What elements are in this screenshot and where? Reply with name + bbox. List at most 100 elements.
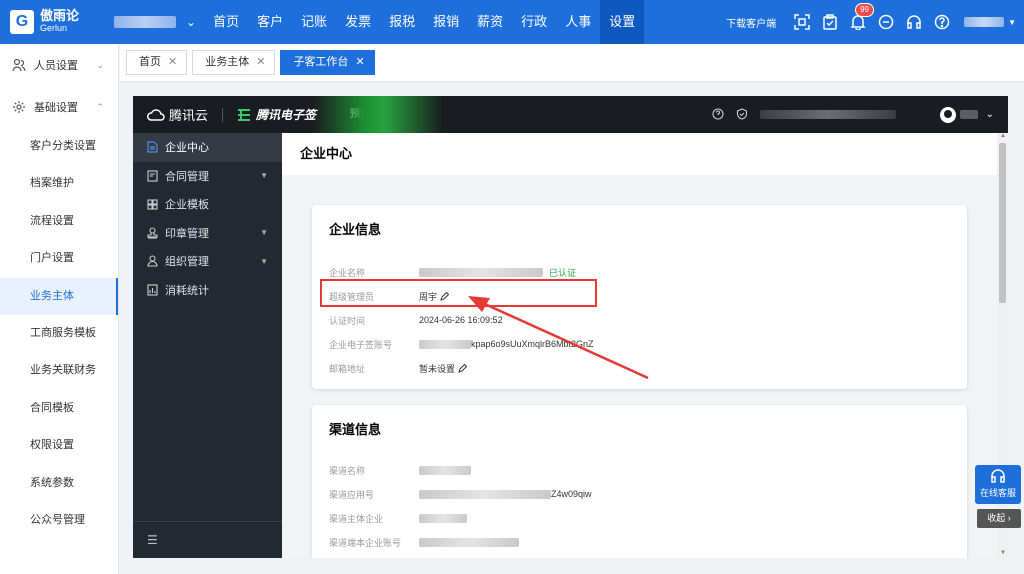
field-value: Z4w09qiw bbox=[419, 489, 592, 499]
scroll-thumb[interactable] bbox=[999, 143, 1006, 303]
user-name-redacted[interactable] bbox=[964, 17, 1005, 27]
field-value bbox=[419, 465, 471, 475]
sidebar-item-contract-template[interactable]: 合同模板 bbox=[0, 390, 118, 427]
field-value: 已认证 bbox=[419, 266, 576, 279]
channel-info-card: 渠道信息 渠道名称 渠道应用号 Z4w09qiw 渠道主体企业 渠道端本企业账号 bbox=[312, 405, 967, 558]
esign-menu-enterprise-center[interactable]: 企业中心 bbox=[133, 133, 282, 162]
sidebar-group-label: 人员设置 bbox=[34, 60, 78, 72]
field-label: 企业电子签账号 bbox=[329, 339, 393, 350]
chevron-down-icon[interactable]: ⌄ bbox=[986, 109, 994, 120]
logo-text: 傲雨论 Gerlun bbox=[40, 8, 80, 34]
edit-pencil-icon[interactable] bbox=[458, 363, 468, 373]
sidebar-item-customer-category[interactable]: 客户分类设置 bbox=[0, 128, 118, 165]
help-icon[interactable] bbox=[933, 13, 951, 31]
sidebar-item-finance-link[interactable]: 业务关联财务 bbox=[0, 352, 118, 389]
nav-hr[interactable]: 人事 bbox=[556, 0, 600, 44]
service-label: 在线客服 bbox=[979, 488, 1016, 498]
esign-header: 腾讯云 腾讯电子签 预览 ⌄ bbox=[133, 96, 1008, 133]
clipboard-check-icon[interactable] bbox=[821, 13, 839, 31]
sidebar-group-basic-settings[interactable]: 基础设置 ⌃ bbox=[0, 86, 118, 128]
user-menu-caret-icon[interactable]: ▼ bbox=[1008, 18, 1016, 27]
highlight-box-super-admin bbox=[320, 279, 597, 307]
sidebar-item-official-account[interactable]: 公众号管理 bbox=[0, 502, 118, 539]
row-email: 邮箱地址 暂未设置 bbox=[329, 361, 468, 375]
download-client-link[interactable]: 下载客户端 bbox=[726, 15, 776, 30]
sidebar-item-workflow[interactable]: 流程设置 bbox=[0, 203, 118, 240]
collapse-menu-icon[interactable]: ☰ bbox=[133, 521, 282, 558]
channel-org-redacted bbox=[419, 513, 467, 523]
menu-label: 企业模板 bbox=[165, 199, 209, 212]
account-suffix: kpap6o9sUuXmqlrB6Mbt2GnZ bbox=[471, 339, 594, 349]
sidebar-item-archive[interactable]: 档案维护 bbox=[0, 165, 118, 202]
sidebar-item-system-params[interactable]: 系统参数 bbox=[0, 465, 118, 502]
channel-name-redacted bbox=[419, 465, 471, 475]
chevron-down-icon: ▼ bbox=[260, 228, 268, 238]
headset-icon[interactable] bbox=[905, 13, 923, 31]
field-label: 渠道应用号 bbox=[329, 489, 375, 500]
brand-name: 腾讯云 bbox=[169, 108, 209, 123]
scroll-up-icon[interactable]: ▲ bbox=[1000, 133, 1006, 139]
nav-tax[interactable]: 报税 bbox=[380, 0, 424, 44]
menu-label: 消耗统计 bbox=[165, 284, 209, 297]
gear-icon bbox=[12, 100, 26, 114]
logo-name-cn: 傲雨论 bbox=[40, 8, 80, 23]
nav-home[interactable]: 首页 bbox=[204, 0, 248, 44]
nav-payroll[interactable]: 薪资 bbox=[468, 0, 512, 44]
tab-sub-workbench[interactable]: 子客工作台 ✕ bbox=[280, 50, 375, 75]
esign-menu-seals[interactable]: 印章管理 ▼ bbox=[133, 219, 282, 248]
bell-icon[interactable]: 99 bbox=[849, 3, 874, 31]
sidebar-item-business-entity[interactable]: 业务主体 bbox=[0, 277, 118, 315]
chevron-down-icon[interactable]: ⌄ bbox=[186, 15, 196, 29]
close-icon[interactable]: ✕ bbox=[355, 56, 364, 68]
field-label: 邮箱地址 bbox=[329, 363, 366, 374]
shield-check-icon[interactable] bbox=[736, 107, 750, 122]
sidebar-item-portal[interactable]: 门户设置 bbox=[0, 240, 118, 277]
field-value: 2024-06-26 16:09:52 bbox=[419, 315, 503, 325]
menu-label: 企业中心 bbox=[165, 142, 209, 155]
nav-admin[interactable]: 行政 bbox=[512, 0, 556, 44]
app-logo[interactable]: G 傲雨论 Gerlun bbox=[0, 8, 120, 34]
nav-customers[interactable]: 客户 bbox=[248, 0, 292, 44]
close-icon[interactable]: ✕ bbox=[256, 56, 265, 68]
esign-menu-usage-stats[interactable]: 消耗统计 bbox=[133, 276, 282, 305]
field-label: 认证时间 bbox=[329, 315, 366, 326]
card-title: 渠道信息 bbox=[329, 422, 382, 437]
channel-app-suffix: Z4w09qiw bbox=[551, 489, 592, 499]
esign-main-content: 企业中心 企业信息 企业名称 已认证 超级管理员 周宇 认证时间 2024-06… bbox=[282, 133, 1008, 558]
esign-body: 企业中心 合同管理 ▼ 企业模板 印章管理 ▼ 组织管理 ▼ 消耗统计 ☰ 企业… bbox=[133, 133, 1008, 558]
esign-menu-contracts[interactable]: 合同管理 ▼ bbox=[133, 162, 282, 191]
chevron-down-icon: ▼ bbox=[260, 171, 268, 181]
avatar[interactable] bbox=[939, 106, 956, 123]
company-selector-redacted[interactable] bbox=[114, 16, 176, 28]
nav-settings[interactable]: 设置 bbox=[600, 0, 645, 44]
tab-label: 业务主体 bbox=[205, 56, 250, 68]
tencent-cloud-logo: 腾讯云 bbox=[133, 105, 208, 124]
online-service-button[interactable]: 在线客服 bbox=[975, 465, 1021, 504]
chat-icon[interactable] bbox=[877, 13, 895, 31]
sidebar-item-business-template[interactable]: 工商服务模板 bbox=[0, 315, 118, 352]
nav-reimbursement[interactable]: 报销 bbox=[424, 0, 468, 44]
scan-icon[interactable] bbox=[793, 13, 811, 31]
collapse-label: 收起 bbox=[987, 513, 1006, 523]
esign-menu-organization[interactable]: 组织管理 ▼ bbox=[133, 247, 282, 276]
stats-icon bbox=[147, 284, 159, 296]
sidebar-group-label: 基础设置 bbox=[34, 102, 78, 114]
nav-invoices[interactable]: 发票 bbox=[336, 0, 380, 44]
field-value: 暂未设置 bbox=[419, 362, 468, 375]
tab-label: 子客工作台 bbox=[293, 56, 349, 68]
close-icon[interactable]: ✕ bbox=[168, 56, 177, 68]
tab-business-entity[interactable]: 业务主体 ✕ bbox=[192, 50, 276, 75]
header-divider bbox=[222, 107, 224, 122]
row-channel-app: 渠道应用号 Z4w09qiw bbox=[329, 487, 592, 501]
email-value: 暂未设置 bbox=[419, 363, 456, 374]
nav-bookkeeping[interactable]: 记账 bbox=[292, 0, 336, 44]
sidebar-group-personnel[interactable]: 人员设置 ⌄ bbox=[0, 44, 118, 86]
user-name-redacted[interactable] bbox=[959, 110, 978, 119]
help-icon[interactable] bbox=[712, 107, 726, 122]
collapse-button[interactable]: 收起 › bbox=[977, 509, 1021, 528]
field-label: 企业名称 bbox=[329, 267, 366, 278]
sidebar-item-permissions[interactable]: 权限设置 bbox=[0, 427, 118, 464]
scroll-down-icon[interactable]: ▼ bbox=[1000, 550, 1006, 556]
esign-menu-templates[interactable]: 企业模板 bbox=[133, 190, 282, 219]
tab-home[interactable]: 首页 ✕ bbox=[126, 50, 188, 75]
